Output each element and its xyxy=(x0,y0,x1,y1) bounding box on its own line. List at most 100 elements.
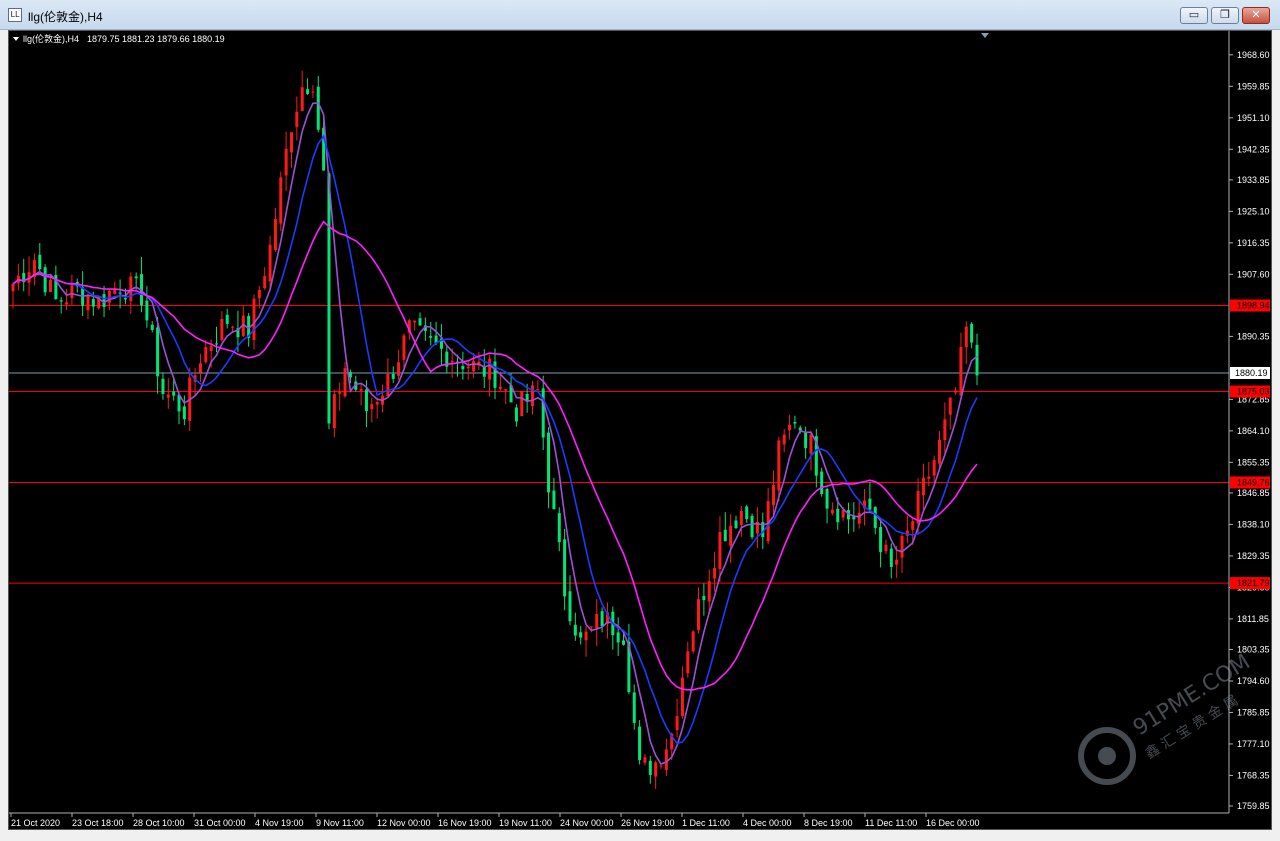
candle-body xyxy=(723,529,727,542)
chart-shift-marker-icon[interactable] xyxy=(981,33,989,38)
candle-body xyxy=(391,373,395,379)
candle-body xyxy=(921,477,925,496)
maximize-button[interactable]: ❐ xyxy=(1211,7,1239,24)
candle-body xyxy=(804,431,808,449)
price-axis-label: 1916.35 xyxy=(1237,238,1270,248)
price-axis-label: 1890.35 xyxy=(1237,331,1270,341)
candle-body xyxy=(707,581,711,602)
candle-body xyxy=(595,614,599,629)
candle-body xyxy=(734,520,738,528)
price-axis-label: 1846.85 xyxy=(1237,488,1270,498)
time-axis-label: 28 Oct 10:00 xyxy=(133,818,185,828)
candle-body xyxy=(145,300,149,321)
candle-body xyxy=(900,535,904,558)
app-icon: LL xyxy=(8,8,22,22)
level-price-label: 1875.03 xyxy=(1237,387,1270,397)
candle-body xyxy=(263,275,267,289)
level-price-label: 1821.79 xyxy=(1237,578,1270,588)
price-axis-label: 1777.10 xyxy=(1237,739,1270,749)
candle-body xyxy=(643,757,647,763)
dropdown-triangle-icon[interactable] xyxy=(13,37,19,41)
candle-body xyxy=(204,347,208,363)
candle-body xyxy=(809,434,813,454)
minimize-button[interactable]: ▭ xyxy=(1180,7,1208,24)
candle-body xyxy=(697,599,701,630)
candle-body xyxy=(504,389,508,391)
candle-body xyxy=(568,591,572,622)
candle-body xyxy=(450,360,454,363)
close-button[interactable]: ✕ xyxy=(1242,7,1270,24)
candle-body xyxy=(932,460,936,476)
candle-body xyxy=(150,324,154,330)
candle-body xyxy=(638,726,642,760)
candle-body xyxy=(359,389,363,391)
price-axis-label: 1855.35 xyxy=(1237,457,1270,467)
time-axis-label: 8 Dec 19:00 xyxy=(804,818,853,828)
candle-body xyxy=(563,539,567,597)
candle-body xyxy=(70,285,74,299)
candle-body xyxy=(584,631,588,641)
candle-body xyxy=(348,372,352,378)
candle-body xyxy=(488,358,492,380)
candle-body xyxy=(889,548,893,567)
price-axis-label: 1951.10 xyxy=(1237,113,1270,123)
candle-body xyxy=(675,716,679,731)
ma-mid-line[interactable] xyxy=(12,134,978,745)
ma-fast-line[interactable] xyxy=(12,101,978,765)
price-axis-label: 1925.10 xyxy=(1237,206,1270,216)
ma-slow-line[interactable] xyxy=(12,220,978,691)
time-axis-label: 21 Oct 2020 xyxy=(11,818,60,828)
candle-body xyxy=(788,424,792,431)
candle-body xyxy=(461,366,465,370)
candle-body xyxy=(59,300,63,302)
ohlc-values: 1879.75 1881.23 1879.66 1880.19 xyxy=(87,34,225,44)
candle-body xyxy=(579,632,583,638)
candle-body xyxy=(825,488,829,509)
candle-body xyxy=(332,394,336,429)
candle-body xyxy=(134,276,138,279)
candle-body xyxy=(370,404,374,410)
candle-body xyxy=(664,749,668,770)
candle-body xyxy=(306,89,310,94)
time-axis-label: 1 Dec 11:00 xyxy=(682,818,730,828)
candle-body xyxy=(429,336,433,338)
candle-body xyxy=(172,391,176,396)
candle-body xyxy=(622,640,626,645)
candle-body xyxy=(820,471,824,495)
candle-body xyxy=(739,511,743,525)
candle-body xyxy=(648,760,652,775)
time-axis-label: 24 Nov 00:00 xyxy=(560,818,614,828)
candle-body xyxy=(38,254,42,270)
candle-body xyxy=(659,765,663,767)
candle-body xyxy=(273,219,277,251)
candle-body xyxy=(118,292,122,294)
price-axis-label: 1759.85 xyxy=(1237,801,1270,811)
candle-body xyxy=(472,361,476,372)
candle-body xyxy=(879,527,883,552)
candle-body xyxy=(65,302,69,305)
candle-body xyxy=(198,363,202,373)
candle-body xyxy=(750,515,754,538)
candle-body xyxy=(268,244,272,282)
time-axis-label: 12 Nov 00:00 xyxy=(377,818,431,828)
candle-body xyxy=(284,148,288,176)
candle-body xyxy=(295,111,299,127)
candle-body xyxy=(954,390,958,393)
price-axis-label: 1959.85 xyxy=(1237,81,1270,91)
candle-body xyxy=(600,611,604,627)
candle-body xyxy=(375,402,379,405)
candle-body xyxy=(11,283,15,292)
chart-window[interactable]: 1968.60 1959.85 1951.10 1942.35 1933.85 1925.… xyxy=(8,30,1272,830)
price-chart[interactable]: 1968.60 1959.85 1951.10 1942.35 1933.85 1925.… xyxy=(9,31,1271,829)
candle-body xyxy=(702,596,706,601)
candle-body xyxy=(895,559,899,565)
candle-body xyxy=(632,692,636,723)
candle-body xyxy=(182,406,186,420)
candle-body xyxy=(836,508,840,523)
candle-body xyxy=(938,439,942,464)
candle-body xyxy=(364,389,368,412)
price-axis-label: 1933.85 xyxy=(1237,175,1270,185)
candle-body xyxy=(782,434,786,445)
candle-body xyxy=(830,509,834,514)
level-price-label: 1849.76 xyxy=(1237,477,1270,487)
